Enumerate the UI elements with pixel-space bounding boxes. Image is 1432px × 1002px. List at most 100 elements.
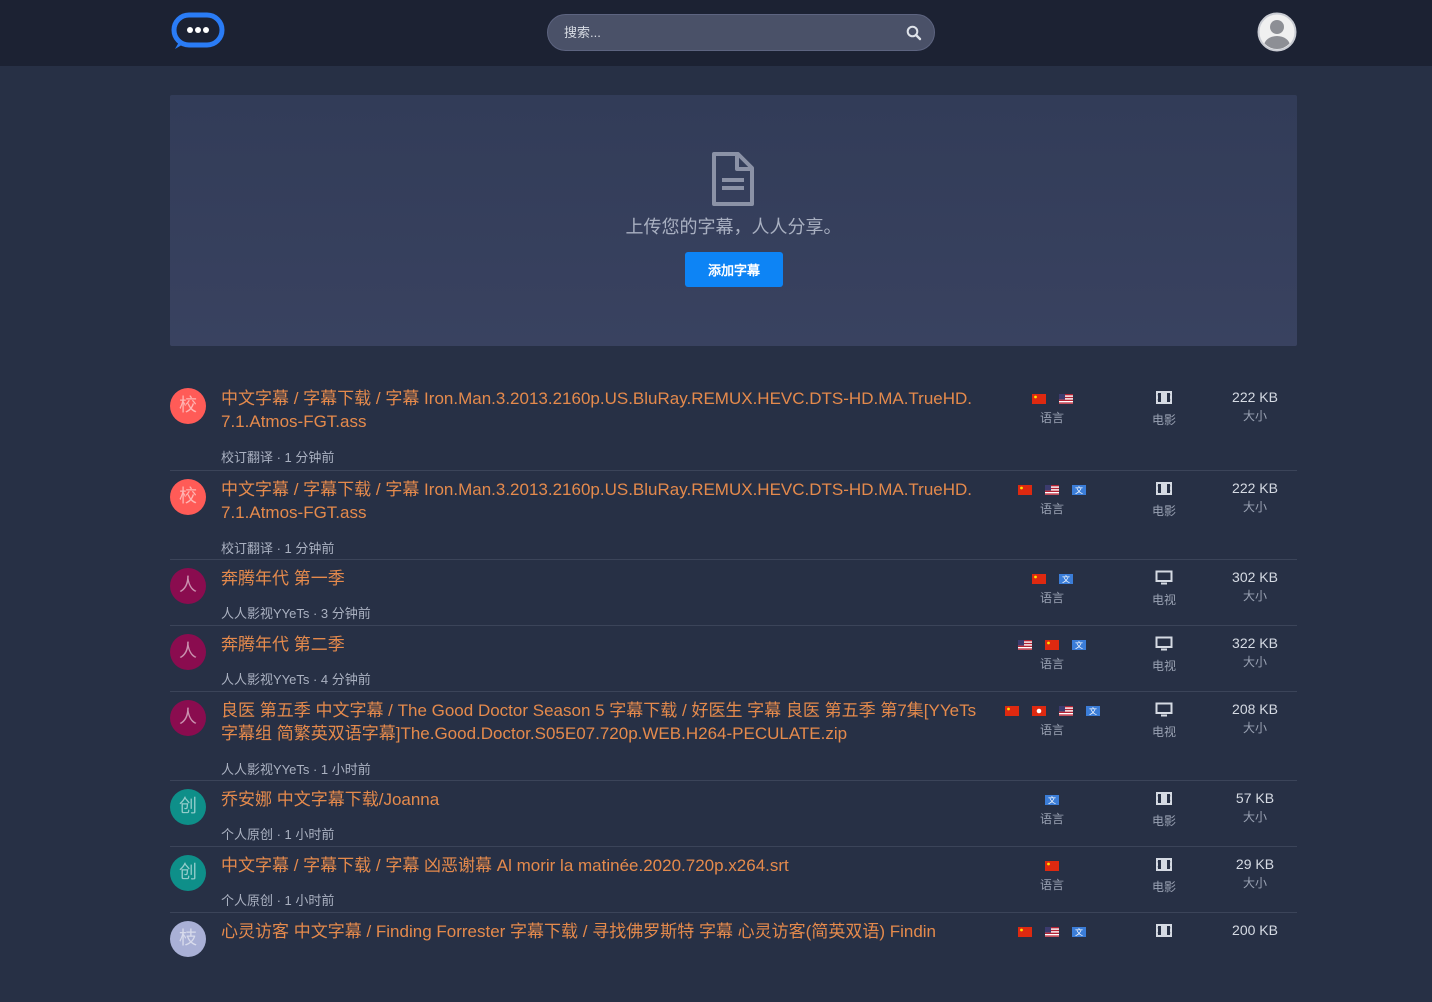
user-avatar-icon[interactable] xyxy=(1257,12,1297,52)
size-label: 大小 xyxy=(1242,721,1267,735)
list-item: 人 良医 第五季 中文字幕 / The Good Doctor Season 5… xyxy=(170,692,1297,781)
uploader-meta: 个人原创 · 1 小时前 xyxy=(221,827,335,842)
tv-icon xyxy=(1155,636,1173,655)
film-icon xyxy=(1155,792,1173,810)
uploader-meta: 人人影视YYeTs · 3 分钟前 xyxy=(221,606,371,621)
china-flag-icon xyxy=(1018,924,1032,937)
subtitle-title-link[interactable]: 中文字幕 / 字幕下载 / 字幕 Iron.Man.3.2013.2160p.U… xyxy=(221,478,981,524)
language-label: 语言 xyxy=(1039,411,1064,425)
search-icon[interactable] xyxy=(906,25,922,41)
list-item: 枝 心灵访客 中文字幕 / Finding Forrester 字幕下载 / 寻… xyxy=(170,913,1297,1002)
list-item: 校 中文字幕 / 字幕下载 / 字幕 Iron.Man.3.2013.2160p… xyxy=(170,471,1297,560)
subtitle-title-link[interactable]: 乔安娜 中文字幕下载/Joanna xyxy=(221,788,981,811)
uploader-badge: 校 xyxy=(170,388,206,424)
subtitle-title-link[interactable]: 心灵访客 中文字幕 / Finding Forrester 字幕下载 / 寻找佛… xyxy=(221,920,981,943)
size-label: 大小 xyxy=(1242,589,1267,603)
language-column: 语言 xyxy=(970,858,1134,893)
us-flag-icon xyxy=(1058,703,1073,716)
type-column: 电影 xyxy=(1134,481,1194,519)
list-item: 创 乔安娜 中文字幕下载/Joanna 个人原创 · 1 小时前 文 语言 电影… xyxy=(170,781,1297,847)
china-flag-icon xyxy=(1018,482,1032,495)
type-column: 电视 xyxy=(1134,702,1194,740)
type-column: 电影 xyxy=(1134,857,1194,895)
type-label: 电视 xyxy=(1151,593,1176,607)
subtitle-title-link[interactable]: 奔腾年代 第二季 xyxy=(221,633,981,656)
svg-text:文: 文 xyxy=(1089,706,1097,716)
add-subtitle-button[interactable]: 添加字幕 xyxy=(685,252,783,287)
china-flag-icon xyxy=(1004,703,1019,716)
language-column: 文 语言 xyxy=(970,792,1134,827)
list-item: 创 中文字幕 / 字幕下载 / 字幕 凶恶谢幕 Al morir la mati… xyxy=(170,847,1297,913)
film-icon xyxy=(1155,858,1173,876)
language-label: 语言 xyxy=(1039,502,1064,516)
type-label: 电影 xyxy=(1151,814,1176,828)
tv-icon xyxy=(1155,570,1173,589)
file-size: 222 KB xyxy=(1232,389,1278,405)
china-flag-icon xyxy=(1045,858,1059,871)
type-label: 电影 xyxy=(1151,413,1176,427)
file-size: 222 KB xyxy=(1232,480,1278,496)
document-icon xyxy=(710,151,756,207)
uploader-badge: 人 xyxy=(170,634,206,670)
subtitle-title-link[interactable]: 中文字幕 / 字幕下载 / 字幕 Iron.Man.3.2013.2160p.U… xyxy=(221,387,981,433)
list-item: 校 中文字幕 / 字幕下载 / 字幕 Iron.Man.3.2013.2160p… xyxy=(170,380,1297,471)
svg-text:文: 文 xyxy=(1075,640,1083,650)
us-flag-icon xyxy=(1045,482,1059,495)
uploader-meta: 人人影视YYeTs · 1 小时前 xyxy=(221,762,371,777)
size-label: 大小 xyxy=(1242,500,1267,514)
china-flag-icon xyxy=(1045,637,1059,650)
film-icon xyxy=(1155,482,1173,500)
subtitle-title-link[interactable]: 良医 第五季 中文字幕 / The Good Doctor Season 5 字… xyxy=(221,699,981,745)
type-column: 电视 xyxy=(1134,570,1194,608)
language-label: 语言 xyxy=(1039,657,1064,671)
svg-text:文: 文 xyxy=(1048,795,1056,805)
subtitle-list: 校 中文字幕 / 字幕下载 / 字幕 Iron.Man.3.2013.2160p… xyxy=(170,380,1297,1002)
china-flag-icon xyxy=(1031,571,1046,584)
language-column: 文 xyxy=(970,924,1134,937)
type-label: 电影 xyxy=(1151,880,1176,894)
size-label: 大小 xyxy=(1242,655,1267,669)
search-input[interactable] xyxy=(562,15,882,50)
upload-prompt-text: 上传您的字幕，人人分享。 xyxy=(625,217,842,237)
uploader-badge: 枝 xyxy=(170,921,206,957)
language-label: 语言 xyxy=(1039,812,1064,826)
film-icon xyxy=(1155,391,1173,409)
translate-icon: 文 xyxy=(1058,571,1073,584)
uploader-meta: 校订翻译 · 1 分钟前 xyxy=(221,541,335,556)
type-column: 电影 xyxy=(1134,791,1194,829)
translate-icon: 文 xyxy=(1085,703,1100,716)
tv-icon xyxy=(1155,702,1173,721)
svg-text:文: 文 xyxy=(1075,485,1083,495)
translate-icon: 文 xyxy=(1072,482,1086,495)
uploader-badge: 校 xyxy=(170,479,206,515)
type-label: 电视 xyxy=(1151,725,1176,739)
size-column: 57 KB 大小 xyxy=(1217,790,1293,825)
us-flag-icon xyxy=(1058,391,1073,404)
film-icon xyxy=(1155,924,1173,942)
list-item: 人 奔腾年代 第一季 人人影视YYeTs · 3 分钟前 文 语言 电视 302… xyxy=(170,560,1297,626)
size-label: 大小 xyxy=(1242,409,1267,423)
language-column: 文 语言 xyxy=(970,482,1134,517)
uploader-badge: 创 xyxy=(170,855,206,891)
uploader-badge: 人 xyxy=(170,700,206,736)
subtitle-title-link[interactable]: 中文字幕 / 字幕下载 / 字幕 凶恶谢幕 Al morir la matiné… xyxy=(221,854,981,877)
uploader-badge: 人 xyxy=(170,568,206,604)
type-column: 电影 xyxy=(1134,390,1194,428)
us-flag-icon xyxy=(1045,924,1059,937)
type-column: 电视 xyxy=(1134,636,1194,674)
size-label: 大小 xyxy=(1242,876,1267,890)
size-column: 322 KB 大小 xyxy=(1217,635,1293,670)
uploader-meta: 个人原创 · 1 小时前 xyxy=(221,893,335,908)
translate-icon: 文 xyxy=(1072,637,1086,650)
uploader-meta: 校订翻译 · 1 分钟前 xyxy=(221,450,335,465)
hong-kong-flag-icon xyxy=(1031,703,1046,716)
size-column: 29 KB 大小 xyxy=(1217,856,1293,891)
size-column: 208 KB 大小 xyxy=(1217,701,1293,736)
size-column: 222 KB 大小 xyxy=(1217,480,1293,515)
file-size: 208 KB xyxy=(1232,701,1278,717)
language-column: 文 语言 xyxy=(970,571,1134,606)
subtitle-title-link[interactable]: 奔腾年代 第一季 xyxy=(221,567,981,590)
search-bar xyxy=(547,14,935,51)
chat-bubble-logo-icon[interactable] xyxy=(171,12,225,50)
translate-icon: 文 xyxy=(1045,792,1059,805)
